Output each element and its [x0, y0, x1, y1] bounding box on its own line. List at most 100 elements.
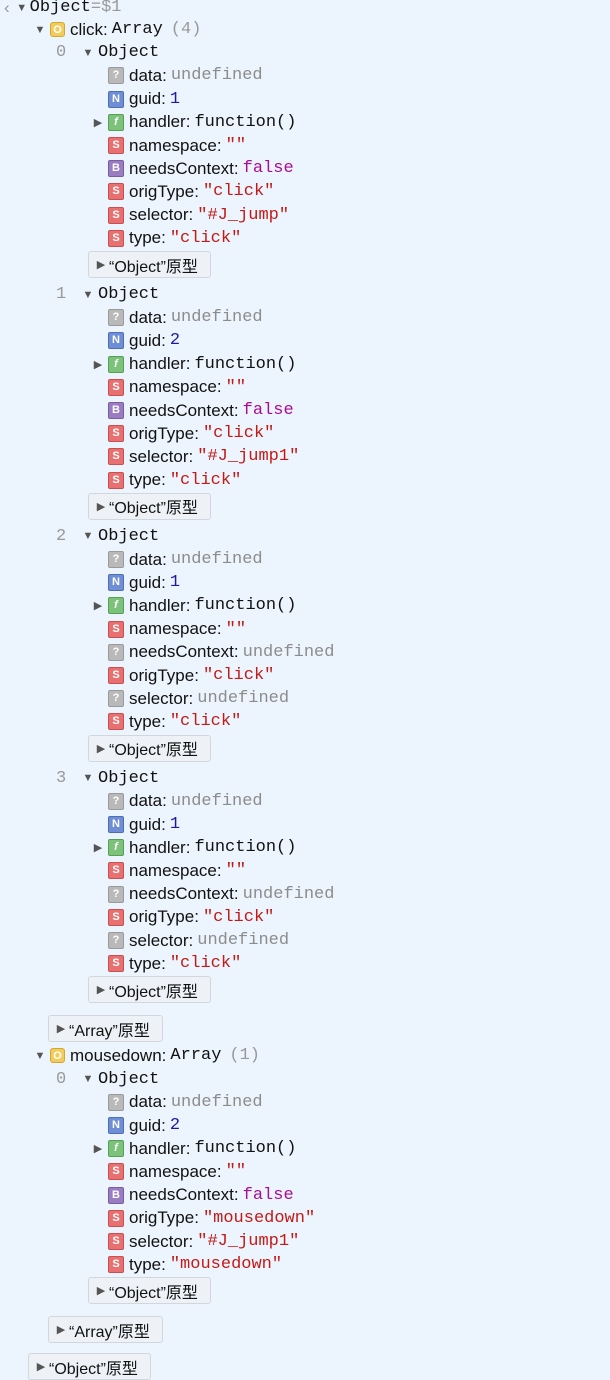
array-item-row[interactable]: 3 ▼ Object — [56, 767, 159, 790]
object-prototype-toggle[interactable]: ▶ “Object”原型 — [88, 1277, 211, 1305]
disclosure-triangle-collapsed-icon[interactable]: ▶ — [95, 742, 107, 755]
property-key: data: — [129, 1092, 167, 1112]
property-value: undefined — [170, 1092, 263, 1112]
property-row: Stype: "click" — [92, 952, 241, 975]
disclosure-triangle-collapsed-icon[interactable]: ▶ — [92, 116, 104, 129]
property-row[interactable]: ▶ f handler: function() — [92, 353, 297, 376]
array-row-mousedown[interactable]: ▼ Omousedown: Array (1) — [34, 1044, 260, 1067]
array-row-click[interactable]: ▼ Oclick: Array (4) — [34, 18, 202, 41]
property-value: function() — [194, 354, 297, 374]
string-type-icon: S — [108, 425, 124, 443]
property-value: function() — [194, 838, 297, 858]
object-prototype-toggle[interactable]: ▶ “Object”原型 — [88, 251, 211, 278]
disclosure-triangle-expanded-icon[interactable]: ▼ — [82, 47, 94, 59]
property-key: type: — [129, 953, 166, 973]
root-object-equals: = — [90, 0, 102, 17]
root-object-prototype-toggle[interactable]: ▶ “Object”原型 — [28, 1353, 151, 1380]
undefined-type-icon: ? — [108, 643, 124, 661]
property-key: namespace: — [129, 1161, 222, 1181]
disclosure-triangle-expanded-icon[interactable]: ▼ — [82, 530, 94, 542]
array-item-row[interactable]: 0 ▼ Object — [56, 41, 159, 64]
object-label: Object — [98, 285, 160, 304]
property-key: guid: — [129, 330, 166, 350]
property-row: Sselector: "#J_jump1" — [92, 445, 299, 468]
disclosure-triangle-collapsed-icon[interactable]: ▶ — [35, 1360, 47, 1373]
disclosure-triangle-collapsed-icon[interactable]: ▶ — [95, 983, 107, 996]
string-type-icon: S — [108, 471, 124, 489]
property-row: Nguid: 1 — [92, 571, 180, 594]
array-item-row[interactable]: 0 ▼ Object — [56, 1068, 159, 1091]
disclosure-triangle-expanded-icon[interactable]: ▼ — [82, 1073, 94, 1085]
undefined-type-icon: ? — [108, 1093, 124, 1111]
property-row[interactable]: ▶ f handler: function() — [92, 1137, 297, 1160]
property-row: SorigType: "click" — [92, 422, 274, 445]
property-row[interactable]: ▶ f handler: function() — [92, 594, 297, 617]
disclosure-triangle-expanded-icon[interactable]: ▼ — [16, 2, 28, 14]
property-key: guid: — [129, 814, 166, 834]
property-row: Stype: "click" — [92, 710, 241, 733]
array-item-row[interactable]: 2 ▼ Object — [56, 525, 159, 548]
property-row: ? data: undefined — [92, 64, 263, 87]
property-value: "click" — [169, 228, 242, 248]
root-object-prototype-toggle-label: “Object”原型 — [49, 1360, 138, 1378]
object-prototype-toggle[interactable]: ▶ “Object”原型 — [88, 492, 211, 520]
property-row: ? data: undefined — [92, 306, 263, 329]
object-label: Object — [98, 526, 160, 546]
disclosure-triangle-collapsed-icon[interactable]: ▶ — [55, 1022, 67, 1035]
root-object-row[interactable]: ‹ ▼ Object = $1 — [4, 0, 122, 19]
disclosure-triangle-expanded-icon[interactable]: ▼ — [82, 772, 94, 784]
undefined-type-icon: ? — [108, 932, 124, 949]
disclosure-triangle-collapsed-icon[interactable]: ▶ — [92, 1142, 104, 1155]
disclosure-triangle-expanded-icon[interactable]: ▼ — [82, 289, 94, 301]
string-type-icon: S — [108, 1233, 124, 1250]
string-type-icon: S — [108, 1163, 124, 1181]
property-value: "click" — [202, 424, 275, 444]
disclosure-triangle-expanded-icon[interactable]: ▼ — [34, 1050, 46, 1062]
disclosure-triangle-collapsed-icon[interactable]: ▶ — [95, 258, 107, 271]
property-row[interactable]: ▶ f handler: function() — [92, 111, 297, 134]
property-row: ? data: undefined — [92, 790, 263, 813]
string-type-icon: S — [108, 1209, 124, 1227]
disclosure-triangle-collapsed-icon[interactable]: ▶ — [92, 841, 104, 854]
property-row: ? needsContext: undefined — [92, 641, 334, 664]
property-row: Snamespace: "" — [92, 859, 246, 882]
property-value: 1 — [169, 89, 181, 109]
number-type-icon: N — [108, 816, 124, 833]
disclosure-triangle-collapsed-icon[interactable]: ▶ — [95, 1284, 107, 1297]
property-value: function() — [194, 1139, 297, 1159]
property-key: namespace: — [129, 135, 222, 155]
array-count: (1) — [229, 1046, 261, 1066]
back-chevron-icon[interactable]: ‹ — [4, 0, 10, 18]
array-prototype-toggle[interactable]: ▶ “Array”原型 — [48, 1316, 163, 1344]
property-row: Sselector: "#J_jump1" — [92, 1230, 299, 1253]
property-value: "#J_jump" — [197, 205, 290, 225]
array-prototype-toggle[interactable]: ▶ “Array”原型 — [48, 1015, 163, 1043]
number-type-icon: N — [108, 1117, 124, 1134]
property-key: guid: — [129, 89, 166, 109]
disclosure-triangle-collapsed-icon[interactable]: ▶ — [92, 358, 104, 371]
undefined-type-icon: ? — [108, 792, 124, 810]
boolean-type-icon: B — [108, 1186, 124, 1204]
disclosure-triangle-collapsed-icon[interactable]: ▶ — [92, 599, 104, 612]
property-row[interactable]: ▶ f handler: function() — [92, 836, 297, 859]
property-row: SorigType: "click" — [92, 180, 274, 203]
property-key: selector: — [129, 930, 194, 950]
property-key: origType: — [129, 1208, 199, 1228]
property-value: false — [242, 1185, 294, 1205]
property-row: Nguid: 1 — [92, 88, 180, 111]
string-type-icon: S — [108, 713, 124, 731]
property-row: BneedsContext: false — [92, 1184, 294, 1207]
property-value: undefined — [197, 931, 290, 950]
disclosure-triangle-expanded-icon[interactable]: ▼ — [34, 24, 46, 36]
property-key: handler: — [129, 112, 191, 132]
property-value: "mousedown" — [169, 1255, 283, 1275]
disclosure-triangle-collapsed-icon[interactable]: ▶ — [55, 1323, 67, 1336]
object-type-icon: O — [50, 1048, 65, 1064]
property-value: "" — [225, 136, 247, 155]
disclosure-triangle-collapsed-icon[interactable]: ▶ — [95, 500, 107, 513]
number-type-icon: N — [108, 332, 124, 350]
object-prototype-toggle[interactable]: ▶ “Object”原型 — [88, 976, 211, 1004]
property-key: selector: — [129, 205, 194, 225]
object-prototype-toggle[interactable]: ▶ “Object”原型 — [88, 734, 211, 762]
array-item-row[interactable]: 1 ▼ Object — [56, 283, 159, 306]
